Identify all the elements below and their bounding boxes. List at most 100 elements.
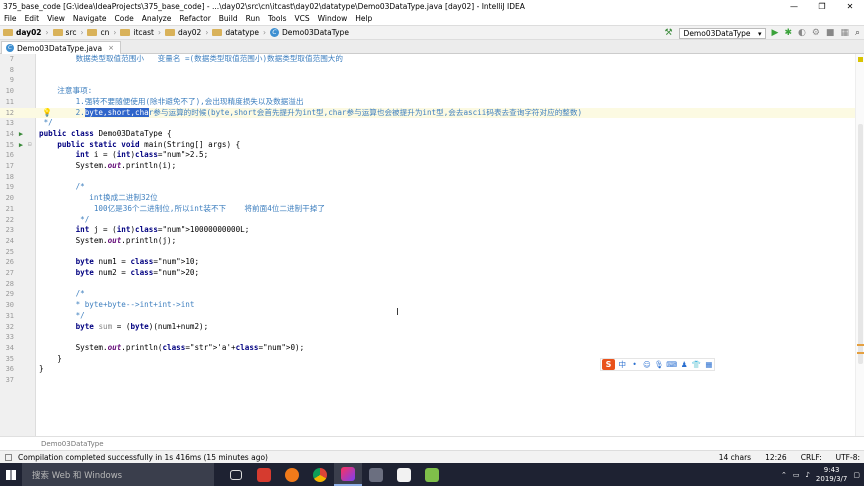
menu-code[interactable]: Code — [111, 13, 138, 25]
code-line: 18 — [5, 172, 14, 181]
breadcrumb-itcast[interactable]: itcast — [133, 28, 154, 37]
menu-navigate[interactable]: Navigate — [69, 13, 111, 25]
run-toolbar: ⚒ Demo03DataType ▶ ✱ ◐ ⚙ ■ ▦ ⌕ — [664, 26, 860, 40]
warning-marker[interactable] — [857, 352, 864, 354]
menu-edit[interactable]: Edit — [21, 13, 44, 25]
menu-analyze[interactable]: Analyze — [138, 13, 176, 25]
breadcrumb-cn[interactable]: cn — [100, 28, 109, 37]
close-button[interactable]: ✕ — [836, 0, 864, 13]
tool-windows-icon[interactable] — [5, 453, 12, 461]
fold-icon[interactable]: ⊟ — [28, 140, 32, 151]
run-gutter-icon[interactable]: ▶ — [17, 140, 25, 151]
inspection-status-icon[interactable] — [858, 57, 863, 62]
menu-view[interactable]: View — [43, 13, 69, 25]
profile-icon[interactable]: ⚙ — [812, 26, 820, 40]
chevron-right-icon: › — [45, 28, 49, 37]
search-placeholder: 搜索 Web 和 Windows — [32, 470, 123, 481]
task-view-icon — [230, 469, 242, 480]
run-icon[interactable]: ▶ — [772, 26, 779, 40]
windows-taskbar: 搜索 Web 和 Windows ⌃ ▭ ♪ 9:43 2019/3/7 ▢ — [0, 463, 864, 486]
code-line: 19 /* — [5, 182, 85, 192]
taskbar-app-chrome[interactable] — [306, 463, 334, 486]
coverage-icon[interactable]: ◐ — [798, 26, 806, 40]
code-line: 17 System.out.println(i); — [5, 161, 177, 170]
maximize-button[interactable]: ❐ — [808, 0, 836, 13]
code-editor[interactable]: 7 数据类型取值范围小 变量名 =(数据类型取值范围小)数据类型取值范围大的 8… — [0, 54, 864, 436]
search-everywhere-icon[interactable]: ⌕ — [855, 26, 860, 40]
code-line: 30 * byte+byte-->int+int->int — [5, 300, 195, 310]
taskbar-app-terminal[interactable] — [362, 463, 390, 486]
taskbar-app-typora[interactable] — [390, 463, 418, 486]
window-controls: — ❐ ✕ — [780, 0, 864, 13]
chevron-right-icon: › — [157, 28, 161, 37]
code-line: 20 int换成二进制32位 — [5, 193, 158, 203]
ime-chinese-mode[interactable]: 中 — [617, 359, 627, 370]
menu-bar: File Edit View Navigate Code Analyze Ref… — [0, 13, 864, 25]
tray-arrow-icon[interactable]: ⌃ — [781, 471, 787, 479]
ime-keyboard-icon[interactable]: ⌨ — [666, 360, 677, 369]
taskbar-app-intellij[interactable] — [334, 463, 362, 486]
stop-icon[interactable]: ■ — [826, 26, 835, 40]
breadcrumb-class-name[interactable]: Demo03DataType — [41, 440, 104, 448]
line-separator[interactable]: CRLF: — [801, 453, 822, 462]
chevron-right-icon: › — [113, 28, 117, 37]
tab-demo03datatype[interactable]: C Demo03DataType.java × — [1, 41, 121, 54]
hammer-icon[interactable]: ⚒ — [664, 26, 672, 40]
menu-vcs[interactable]: VCS — [290, 13, 313, 25]
code-line: 13 */ — [5, 118, 53, 128]
ime-skin-icon[interactable]: 👕 — [691, 360, 701, 369]
volume-icon[interactable]: ♪ — [805, 471, 809, 479]
file-encoding[interactable]: UTF-8: — [836, 453, 860, 462]
editor-scrollbar[interactable] — [855, 54, 864, 436]
run-configuration-select[interactable]: Demo03DataType — [678, 27, 766, 39]
ime-voice-icon[interactable]: 🎙 — [654, 360, 664, 369]
start-button[interactable] — [0, 463, 22, 486]
run-gutter-icon[interactable]: ▶ — [17, 129, 25, 140]
scrollbar-thumb[interactable] — [858, 124, 863, 364]
chevron-right-icon: › — [262, 28, 266, 37]
project-structure-icon[interactable]: ▦ — [840, 26, 849, 40]
ime-emoji-icon[interactable]: ☺ — [642, 360, 652, 369]
status-message[interactable]: Compilation completed successfully in 1s… — [18, 453, 268, 462]
ime-tool-icon[interactable]: ♟ — [679, 360, 689, 369]
minimize-button[interactable]: — — [780, 0, 808, 13]
windows-logo-icon — [6, 469, 16, 480]
ime-menu-icon[interactable]: ▦ — [704, 360, 714, 369]
breadcrumb-src[interactable]: src — [66, 28, 77, 37]
menu-run[interactable]: Run — [242, 13, 264, 25]
taskbar-app-editor[interactable] — [418, 463, 446, 486]
menu-file[interactable]: File — [0, 13, 21, 25]
notification-icon[interactable]: ▢ — [853, 471, 860, 479]
breadcrumb-day02[interactable]: day02 — [16, 28, 42, 37]
tab-label: Demo03DataType.java — [17, 43, 103, 53]
menu-window[interactable]: Window — [314, 13, 352, 25]
network-icon[interactable]: ▭ — [793, 471, 800, 479]
intellij-icon — [341, 466, 355, 481]
menu-build[interactable]: Build — [215, 13, 242, 25]
breadcrumb-datatype[interactable]: datatype — [225, 28, 259, 37]
task-view-button[interactable] — [222, 463, 250, 486]
notepad-icon — [425, 467, 439, 482]
system-clock[interactable]: 9:43 2019/3/7 — [816, 466, 847, 484]
breadcrumb-class[interactable]: Demo03DataType — [282, 28, 349, 37]
code-line: 25 — [5, 247, 14, 256]
warning-marker[interactable] — [857, 344, 864, 346]
ime-punctuation-icon[interactable]: • — [629, 360, 639, 369]
taskbar-app-firefox[interactable] — [278, 463, 306, 486]
debug-icon[interactable]: ✱ — [784, 26, 792, 40]
menu-tools[interactable]: Tools — [264, 13, 290, 25]
taskbar-app-screen-recorder[interactable] — [250, 463, 278, 486]
taskbar-search[interactable]: 搜索 Web 和 Windows — [22, 463, 214, 486]
breadcrumb-day02-pkg[interactable]: day02 — [178, 28, 201, 37]
code-line: 29 /* — [5, 289, 85, 299]
code-line: 24 System.out.println(j); — [5, 235, 177, 245]
menu-help[interactable]: Help — [351, 13, 376, 25]
caret-position[interactable]: 12:26 — [765, 453, 787, 462]
breadcrumb: day02 › src › cn › itcast › day02 › data… — [0, 28, 349, 37]
code-line: 9 — [9, 76, 14, 85]
menu-refactor[interactable]: Refactor — [175, 13, 214, 25]
close-tab-icon[interactable]: × — [108, 44, 114, 52]
window-title: 375_base_code [G:\idea\IdeaProjects\375_… — [3, 2, 525, 11]
sogou-logo-icon[interactable]: S — [602, 359, 616, 370]
code-line: 7 数据类型取值范围小 变量名 =(数据类型取值范围小)数据类型取值范围大的 — [9, 54, 343, 63]
